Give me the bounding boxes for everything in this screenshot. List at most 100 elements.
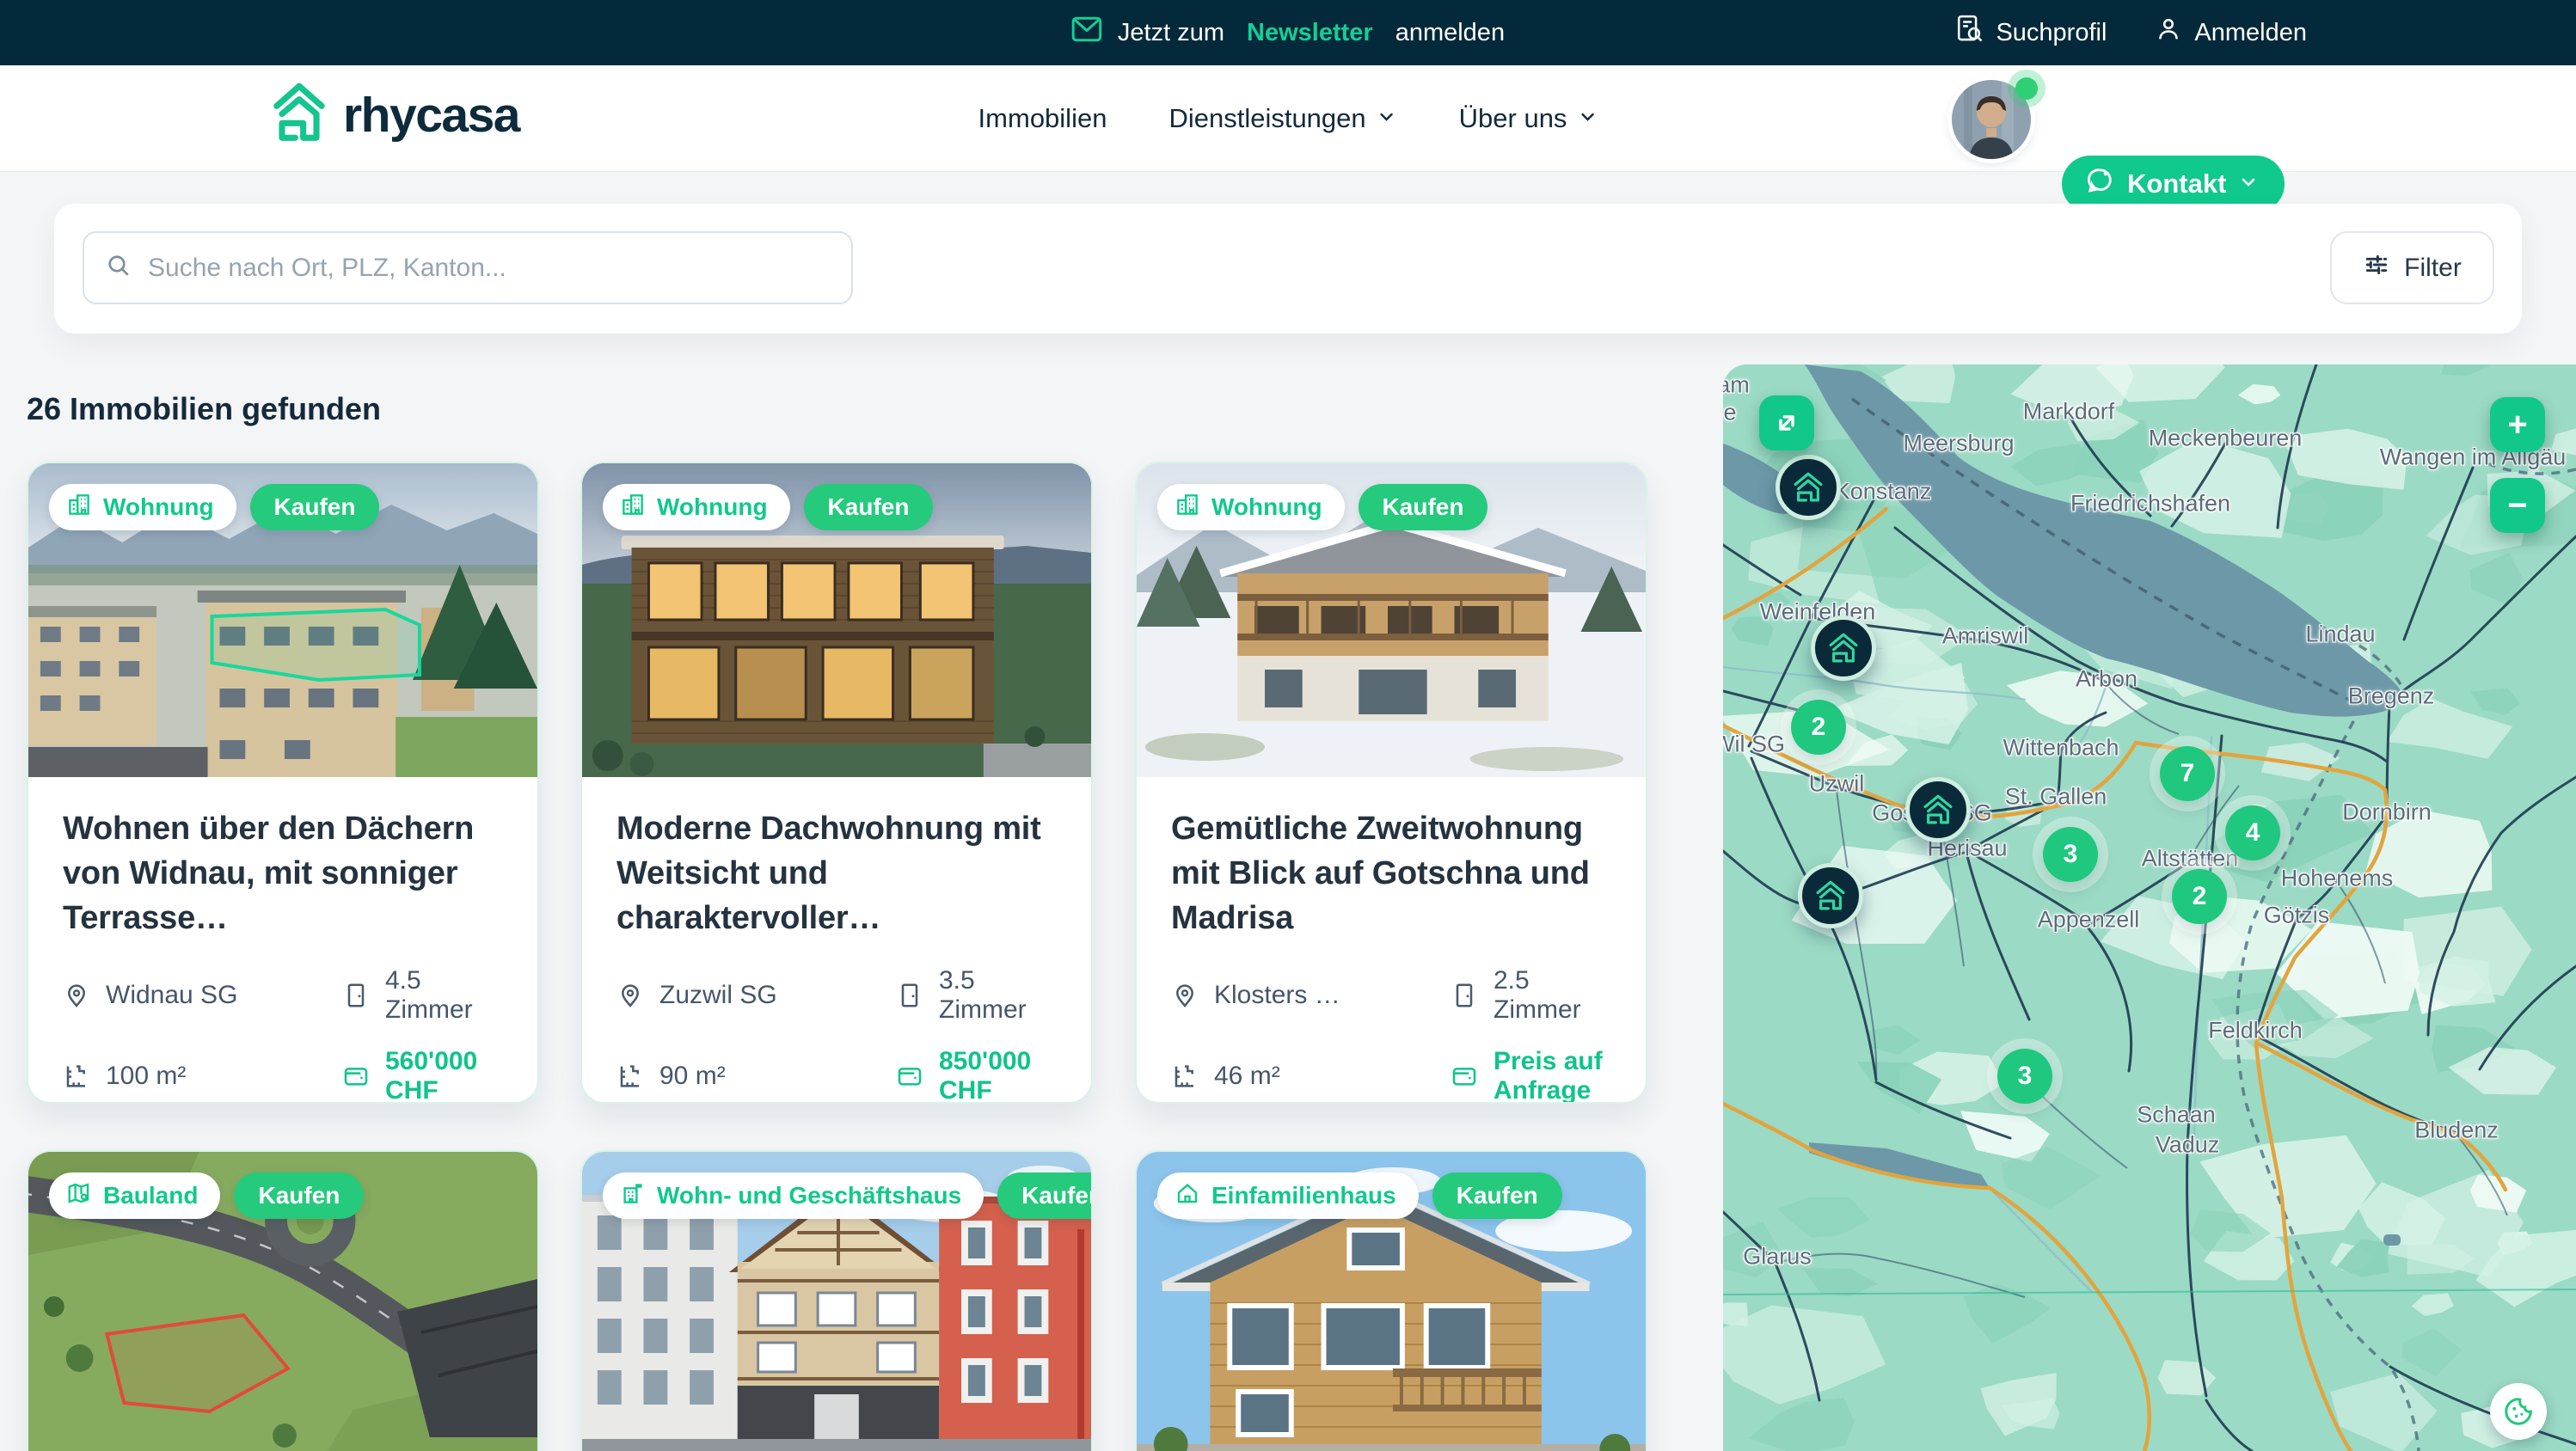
property-rooms: 2.5 Zimmer <box>1451 966 1611 1025</box>
search-input[interactable] <box>148 254 831 283</box>
filter-button[interactable]: Filter <box>2330 231 2494 304</box>
map-overlays: ameMeersburgMarkdorfMeckenbeurenWangen i… <box>1723 364 2576 1451</box>
building-icon <box>1175 492 1200 523</box>
property-price: 560'000 CHF <box>342 1047 503 1104</box>
chevron-down-icon <box>1377 103 1397 134</box>
map-property-marker[interactable] <box>1811 615 1876 681</box>
anmelden-button[interactable]: Anmelden <box>2155 15 2307 50</box>
map-cluster-marker[interactable]: 3 <box>2043 827 2098 882</box>
results-count-heading: 26 Immobilien gefunden <box>27 391 381 427</box>
property-area: 90 m² <box>616 1047 896 1104</box>
map-town-label: Konstanz <box>1835 479 1932 505</box>
map-town-label: Lindau <box>2305 621 2375 648</box>
map-cluster-marker[interactable]: 7 <box>2160 746 2215 801</box>
property-price: Preis auf Anfrage <box>1451 1047 1611 1104</box>
map-town-label: Meersburg <box>1903 431 2014 457</box>
property-photo: Einfamilienhaus Kaufen <box>1137 1152 1646 1451</box>
map-cluster-marker[interactable]: 4 <box>2225 805 2280 860</box>
map-town-label: Altstätten <box>2142 846 2239 872</box>
map-town-label: e <box>1723 400 1736 426</box>
logo-house-icon <box>267 79 331 150</box>
nav-ueber-uns[interactable]: Über uns <box>1459 103 1598 134</box>
sale-badge: Kaufen <box>1432 1172 1562 1219</box>
online-status-dot <box>2015 77 2038 100</box>
map-town-label: Appenzell <box>2038 907 2140 934</box>
property-title: Gemütliche Zweitwohnung mit Blick auf Go… <box>1171 806 1611 940</box>
map-town-label: Feldkirch <box>2208 1018 2303 1044</box>
map-expand-button[interactable] <box>1759 395 1814 450</box>
newsletter-link[interactable]: Jetzt zum Newsletter anmelden <box>1071 0 1505 65</box>
search-panel: Filter <box>54 204 2522 334</box>
building-icon <box>66 492 92 523</box>
chevron-down-icon <box>1577 103 1598 134</box>
property-card[interactable]: Wohnung Kaufen Moderne Dachwohnung mit W… <box>580 462 1093 1104</box>
map-property-marker[interactable] <box>1776 455 1841 520</box>
property-type-badge: Wohn- und Geschäftshaus <box>603 1172 984 1219</box>
site-header: rhycasa Immobilien Dienstleistungen Über… <box>0 65 2576 172</box>
property-card[interactable]: Bauland Kaufen <box>27 1150 539 1451</box>
property-photo: Bauland Kaufen <box>28 1152 537 1451</box>
land-map-icon <box>66 1180 92 1212</box>
property-photo: Wohn- und Geschäftshaus Kaufen <box>582 1152 1091 1451</box>
search-box[interactable] <box>83 231 853 304</box>
map-town-label: Wil SG <box>1723 732 1785 758</box>
property-location: Klosters … <box>1171 966 1451 1025</box>
map-cluster-marker[interactable]: 3 <box>1997 1049 2052 1104</box>
map-property-marker[interactable] <box>1905 777 1971 842</box>
map-zoom-in-button[interactable]: + <box>2490 397 2545 452</box>
map-cluster-marker[interactable]: 2 <box>1791 700 1846 755</box>
cookie-settings-button[interactable] <box>2490 1383 2547 1440</box>
property-type-badge: Wohnung <box>603 484 790 530</box>
newsletter-text-highlight: Newsletter <box>1247 19 1373 47</box>
nav-dienstleistungen[interactable]: Dienstleistungen <box>1168 103 1396 134</box>
map-property-marker[interactable] <box>1798 863 1863 928</box>
property-type-badge: Wohnung <box>1157 484 1345 530</box>
map-town-label: Glarus <box>1743 1244 1812 1270</box>
property-photo: Wohnung Kaufen <box>582 463 1091 777</box>
sale-badge: Kaufen <box>234 1172 364 1219</box>
user-icon <box>2155 15 2182 50</box>
search-profile-icon <box>1956 15 1984 51</box>
map-town-label: Uzwil <box>1809 771 1865 798</box>
map-town-label: Götzis <box>2264 903 2330 929</box>
map-town-label: Friedrichshafen <box>2070 491 2230 517</box>
property-location: Zuzwil SG <box>616 966 896 1025</box>
commercial-building-icon <box>620 1180 646 1212</box>
property-rooms: 3.5 Zimmer <box>896 966 1057 1025</box>
nav-immobilien[interactable]: Immobilien <box>978 103 1107 134</box>
map[interactable]: ameMeersburgMarkdorfMeckenbeurenWangen i… <box>1723 364 2576 1451</box>
property-area: 100 m² <box>63 1047 342 1104</box>
map-town-label: Wittenbach <box>2003 735 2119 762</box>
map-town-label: Dornbirn <box>2342 799 2432 826</box>
newsletter-text-suffix: anmelden <box>1395 19 1505 47</box>
top-announcement-bar: Jetzt zum Newsletter anmelden Suchprofil… <box>0 0 2576 65</box>
property-title: Wohnen über den Dächern von Widnau, mit … <box>63 806 503 940</box>
property-price: 850'000 CHF <box>896 1047 1057 1104</box>
map-cluster-marker[interactable]: 2 <box>2172 869 2227 924</box>
property-rooms: 4.5 Zimmer <box>342 966 503 1025</box>
property-location: Widnau SG <box>63 966 342 1025</box>
newsletter-text-prefix: Jetzt zum <box>1118 19 1224 47</box>
map-town-label: Bludenz <box>2414 1117 2499 1144</box>
brand-name: rhycasa <box>343 87 519 144</box>
logo[interactable]: rhycasa <box>267 79 519 150</box>
map-town-label: St. Gallen <box>2005 784 2107 811</box>
property-card[interactable]: Wohnung Kaufen Wohnen über den Dächern v… <box>27 462 539 1104</box>
property-photo: Wohnung Kaufen <box>28 463 537 777</box>
map-town-label: Amriswil <box>1942 623 2029 650</box>
chat-icon <box>2086 166 2115 202</box>
filter-sliders-icon <box>2363 251 2390 285</box>
map-town-label: Markdorf <box>2023 399 2115 426</box>
map-town-label: Vaduz <box>2156 1132 2220 1159</box>
property-card[interactable]: Wohnung Kaufen Gemütliche Zweitwohnung m… <box>1135 462 1647 1104</box>
property-title: Moderne Dachwohnung mit Weitsicht und ch… <box>616 806 1057 940</box>
map-town-label: Hohenems <box>2281 866 2394 892</box>
sale-badge: Kaufen <box>997 1172 1091 1219</box>
suchprofil-button[interactable]: Suchprofil <box>1956 15 2107 51</box>
property-type-badge: Bauland <box>49 1172 220 1219</box>
house-icon <box>1175 1180 1200 1212</box>
property-card[interactable]: Wohn- und Geschäftshaus Kaufen <box>580 1150 1093 1451</box>
map-town-label: am <box>1723 372 1750 399</box>
property-card[interactable]: Einfamilienhaus Kaufen <box>1135 1150 1647 1451</box>
map-zoom-out-button[interactable]: − <box>2490 478 2545 533</box>
